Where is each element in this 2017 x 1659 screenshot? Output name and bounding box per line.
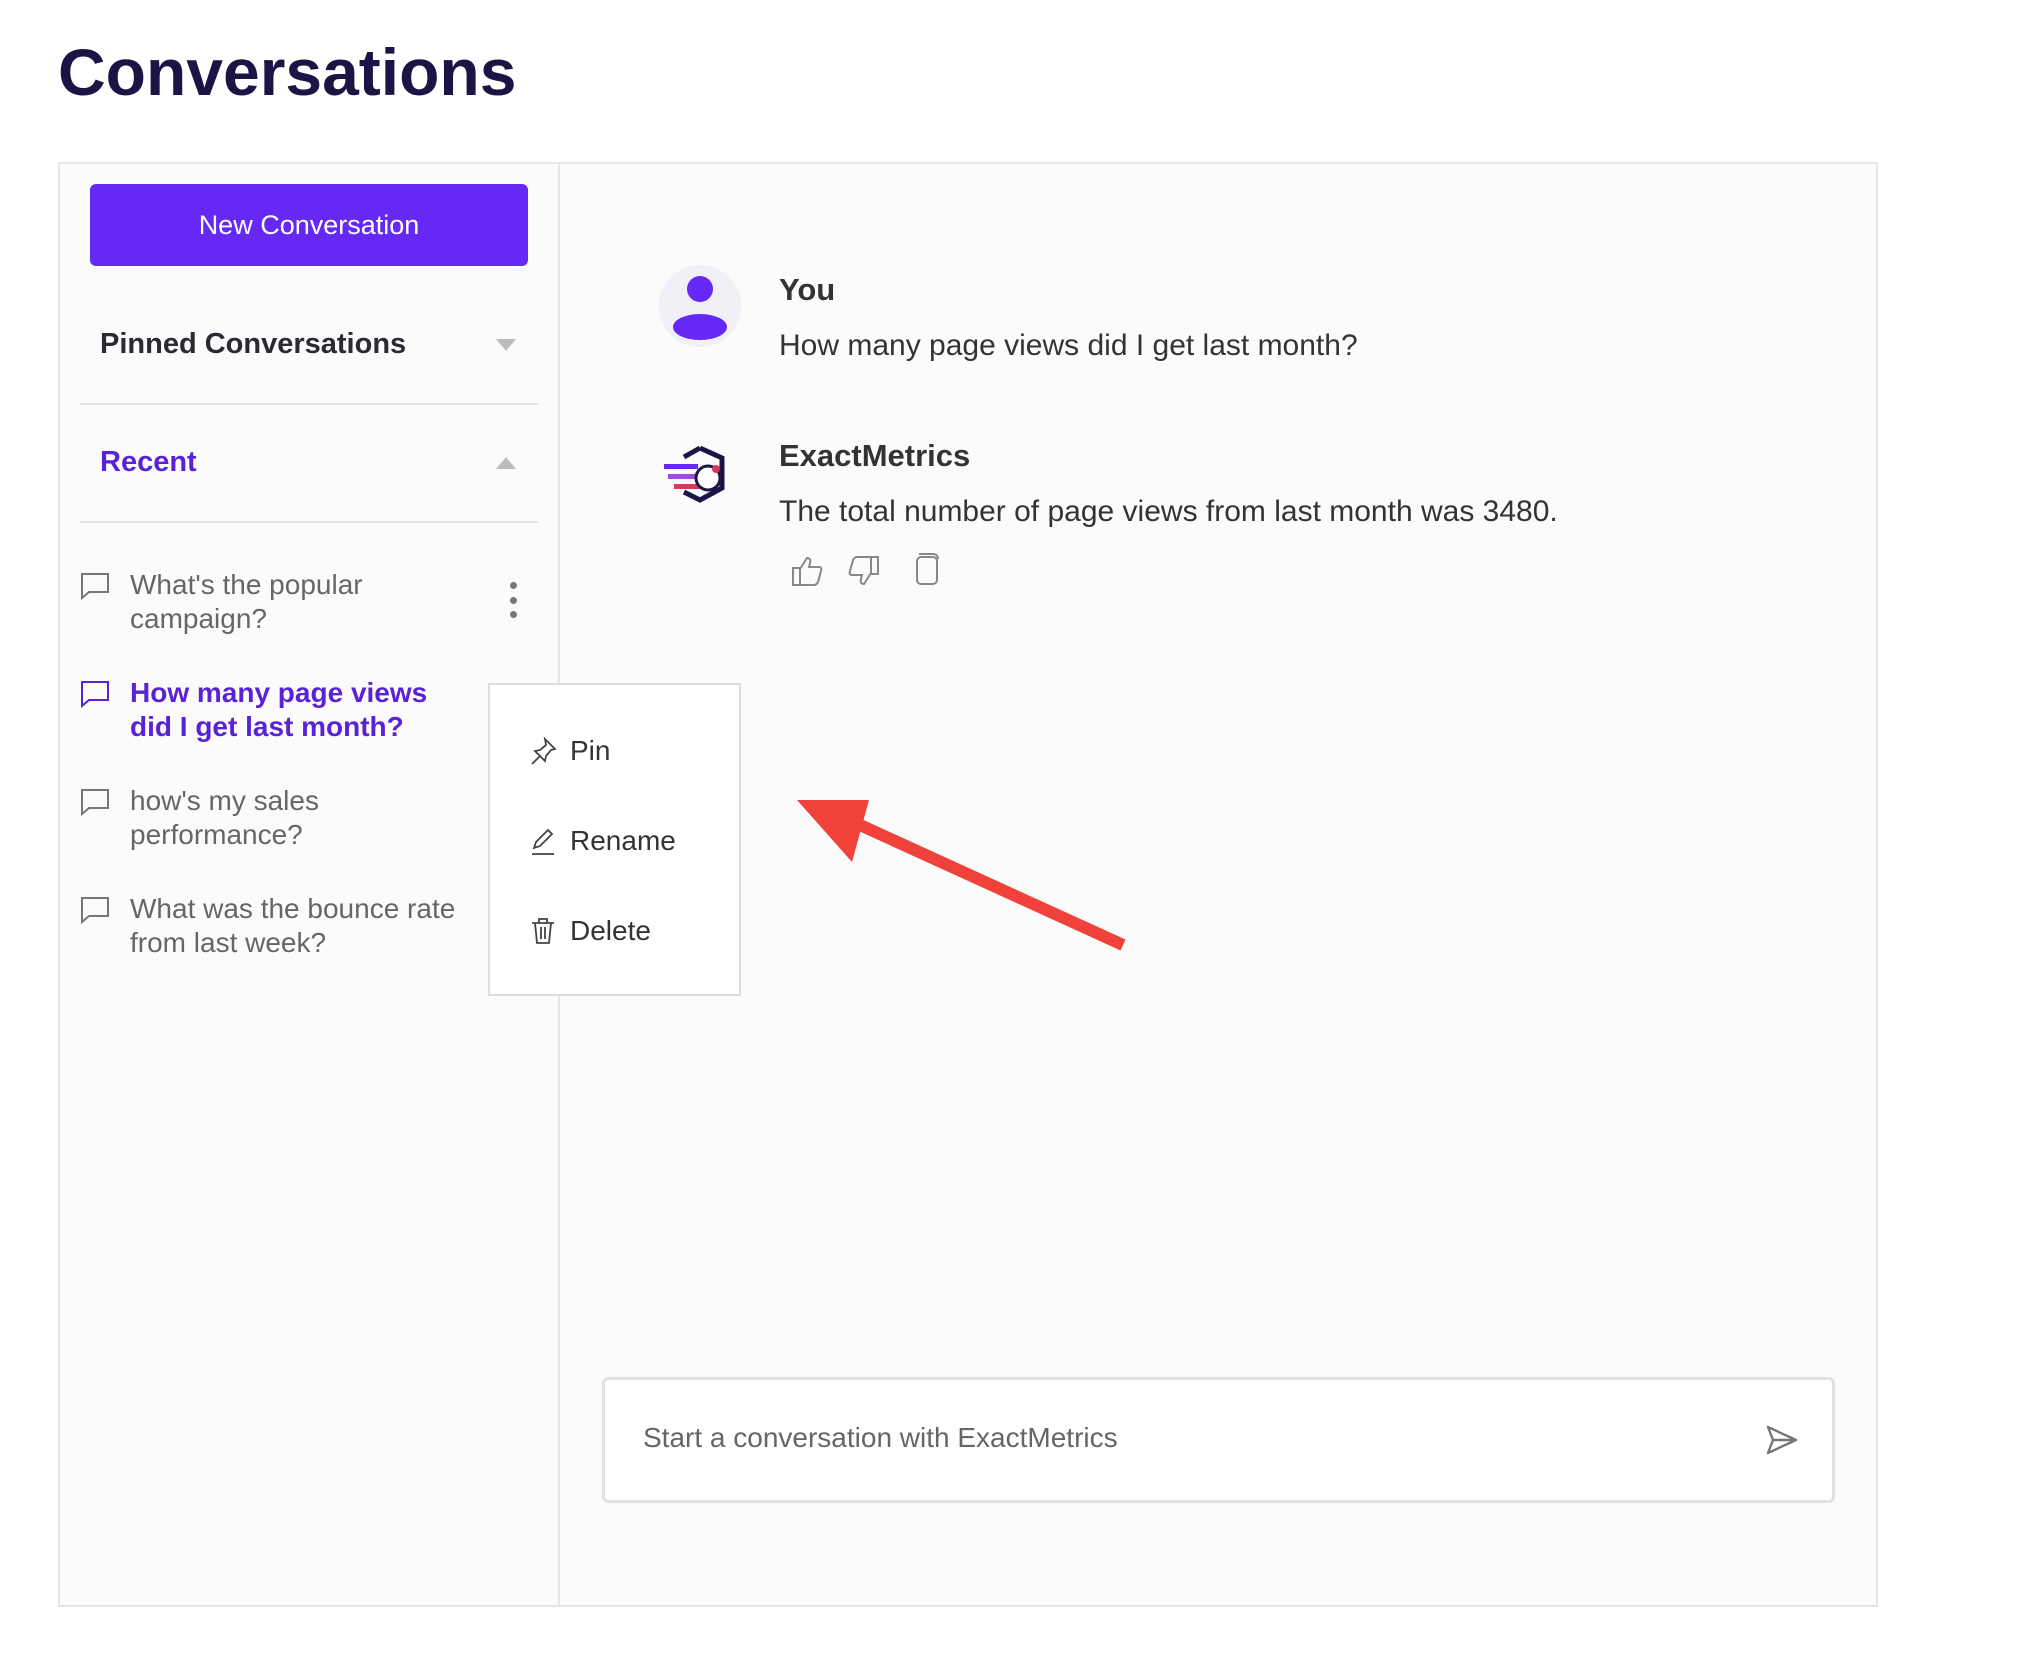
pin-icon xyxy=(531,736,557,765)
message-text: The total number of page views from last… xyxy=(779,495,1558,528)
conversation-item[interactable]: how's my sales performance? xyxy=(80,784,480,852)
chat-bubble-icon xyxy=(80,892,116,960)
message-author: ExactMetrics xyxy=(779,438,971,473)
send-icon[interactable] xyxy=(1765,1424,1799,1456)
conversation-item[interactable]: What was the bounce rate from last week? xyxy=(80,892,480,960)
new-conversation-button[interactable]: New Conversation xyxy=(90,184,528,266)
thumbs-up-icon[interactable] xyxy=(790,554,824,588)
menu-item-rename[interactable]: Rename xyxy=(528,825,676,857)
conversation-item-active[interactable]: How many page views did I get last month? xyxy=(80,676,480,744)
chat-bubble-icon xyxy=(80,568,116,636)
more-options-icon[interactable] xyxy=(506,582,520,618)
menu-item-delete[interactable]: Delete xyxy=(528,915,651,947)
pencil-icon xyxy=(532,828,554,855)
message-author: You xyxy=(779,272,836,307)
menu-item-label: Rename xyxy=(570,825,676,856)
thumbs-down-icon[interactable] xyxy=(847,554,881,588)
menu-item-pin[interactable]: Pin xyxy=(528,735,610,767)
conversation-title: how's my sales xyxy=(130,785,319,816)
menu-item-label: Pin xyxy=(570,735,611,766)
menu-item-label: Delete xyxy=(570,915,651,946)
message-text: How many page views did I get last month… xyxy=(779,329,1358,362)
conversation-title: How many page views xyxy=(130,677,428,708)
conversation-title-line2: from last week? xyxy=(130,927,327,958)
pinned-conversations-header[interactable]: Pinned Conversations xyxy=(100,328,406,361)
conversation-title-line2: campaign? xyxy=(130,603,267,634)
exactmetrics-logo-icon xyxy=(664,445,725,503)
conversation-title: What was the bounce rate xyxy=(130,893,456,924)
chevron-up-icon[interactable] xyxy=(496,457,516,469)
conversation-title: What's the popular xyxy=(130,569,363,600)
user-avatar xyxy=(659,265,741,347)
divider xyxy=(80,521,538,523)
recent-header[interactable]: Recent xyxy=(100,446,197,479)
annotation-arrow xyxy=(797,800,1126,951)
chat-bubble-icon xyxy=(80,676,116,744)
conversation-title-line2: performance? xyxy=(130,819,303,850)
chevron-down-icon[interactable] xyxy=(496,339,516,351)
message-input-placeholder: Start a conversation with ExactMetrics xyxy=(643,1422,1118,1453)
user-icon xyxy=(673,276,727,340)
divider xyxy=(80,403,538,405)
copy-icon[interactable] xyxy=(909,551,943,587)
chat-bubble-icon xyxy=(80,784,116,852)
trash-icon xyxy=(532,918,554,944)
conversation-item[interactable]: What's the popular campaign? xyxy=(80,568,480,636)
context-menu: Pin Rename Delete xyxy=(488,683,741,996)
page-title: Conversations xyxy=(58,35,517,109)
message-input[interactable]: Start a conversation with ExactMetrics xyxy=(602,1377,1835,1503)
conversation-title-line2: did I get last month? xyxy=(130,711,404,742)
